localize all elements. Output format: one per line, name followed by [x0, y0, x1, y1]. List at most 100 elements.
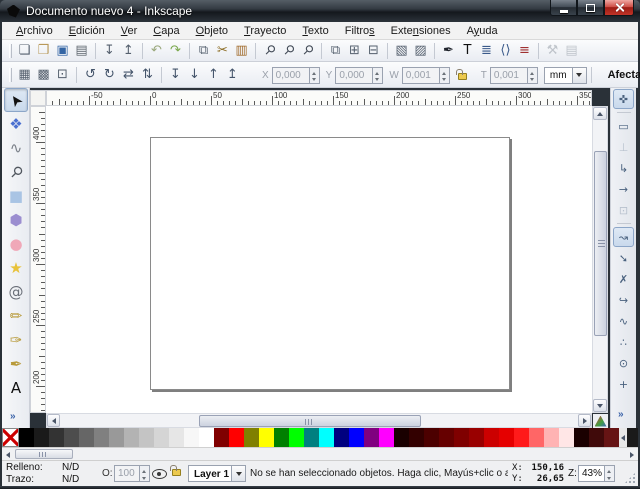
snap-nodes-button[interactable]: ↝ [613, 227, 634, 247]
pencil-tool-button[interactable]: ✏ [4, 304, 28, 328]
palette-swatch[interactable] [559, 428, 574, 447]
snapbar-overflow-button[interactable]: » [618, 409, 624, 420]
menu-item-texto[interactable]: Texto [294, 24, 336, 38]
palette-swatch[interactable] [229, 428, 244, 447]
save-document-button[interactable]: ▣ [53, 41, 72, 60]
import-document-button[interactable]: ↧ [100, 41, 119, 60]
palette-swatch[interactable] [499, 428, 514, 447]
rotate-ccw-button[interactable]: ↺ [81, 65, 100, 84]
zoom-to-page-button[interactable]: ⚲ [298, 41, 317, 60]
snap-smooth-nodes-button[interactable]: ∿ [613, 311, 634, 331]
select-all-layers-button[interactable]: ▩ [34, 65, 53, 84]
scroll-up-button[interactable] [593, 107, 607, 120]
y-spinner[interactable] [373, 67, 383, 84]
unit-dropdown-button[interactable] [573, 67, 587, 84]
vertical-scrollbar-thumb[interactable] [594, 151, 607, 336]
calligraphy-tool-button[interactable]: ✒ [4, 352, 28, 376]
palette-swatch[interactable] [604, 428, 619, 447]
maximize-button[interactable] [577, 0, 604, 16]
text-dialog-button[interactable]: T [458, 41, 477, 60]
palette-swatch[interactable] [259, 428, 274, 447]
palette-swatch[interactable] [364, 428, 379, 447]
export-document-button[interactable]: ↥ [119, 41, 138, 60]
snap-bbox-edges-button[interactable]: ⊥ [613, 137, 634, 157]
palette-swatch[interactable] [424, 428, 439, 447]
palette-collapse-button[interactable] [619, 428, 627, 447]
palette-scrollbar[interactable] [2, 447, 638, 460]
snap-object-centers-button[interactable]: ⊙ [613, 353, 634, 373]
x-input[interactable]: 0,000 [272, 67, 310, 84]
toolbox-overflow-button[interactable]: » [10, 411, 16, 422]
horizontal-scrollbar[interactable] [46, 413, 592, 428]
flip-vertical-button[interactable]: ⇅ [138, 65, 157, 84]
snap-enable-button[interactable]: ✜ [613, 89, 634, 109]
width-input[interactable]: 0,001 [402, 67, 440, 84]
menu-item-objeto[interactable]: Objeto [188, 24, 236, 38]
palette-swatch[interactable] [154, 428, 169, 447]
xml-editor-button[interactable]: ⟨⟩ [496, 41, 515, 60]
deselect-button[interactable]: ⊡ [53, 65, 72, 84]
scroll-right-button[interactable] [578, 414, 591, 427]
palette-swatch[interactable] [34, 428, 49, 447]
tweak-tool-button[interactable]: ∿ [4, 136, 28, 160]
snap-cusp-nodes-button[interactable]: ↪ [613, 290, 634, 310]
zoom-input[interactable]: 43% [578, 465, 605, 482]
print-document-button[interactable]: ▤ [72, 41, 91, 60]
height-spinner[interactable] [528, 67, 538, 84]
palette-swatch[interactable] [394, 428, 409, 447]
raise-one-step-button[interactable]: ↑ [204, 65, 223, 84]
palette-scrollbar-thumb[interactable] [15, 449, 73, 459]
toolbar-grip[interactable] [9, 44, 12, 58]
lower-to-bottom-button[interactable]: ↧ [166, 65, 185, 84]
snap-bbox-edge-midpoints-button[interactable]: → [613, 179, 634, 199]
palette-swatch[interactable] [514, 428, 529, 447]
menu-item-extensiones[interactable]: Extensiones [383, 24, 459, 38]
y-input[interactable]: 0,000 [335, 67, 373, 84]
text-tool-button[interactable]: A [4, 376, 28, 400]
layer-selector[interactable]: Layer 1 [188, 465, 246, 482]
horizontal-scrollbar-thumb[interactable] [199, 415, 421, 427]
palette-swatch[interactable] [484, 428, 499, 447]
palette-swatch[interactable] [289, 428, 304, 447]
lock-ratio-icon[interactable] [458, 73, 467, 80]
menu-item-trayecto[interactable]: Trayecto [236, 24, 294, 38]
zoom-tool-button[interactable]: ⚲ [4, 160, 28, 184]
toolbar-grip[interactable] [9, 68, 12, 82]
snap-paths-button[interactable]: ➘ [613, 248, 634, 268]
palette-swatch[interactable] [19, 428, 34, 447]
palette-swatch[interactable] [334, 428, 349, 447]
ungroup-button[interactable]: ▨ [411, 41, 430, 60]
unlink-clone-button[interactable]: ⊟ [364, 41, 383, 60]
menu-item-ver[interactable]: Ver [113, 24, 146, 38]
canvas[interactable] [46, 106, 592, 413]
snap-path-intersections-button[interactable]: ✗ [613, 269, 634, 289]
snap-bbox-button[interactable]: ▭ [613, 116, 634, 136]
menu-item-edición[interactable]: Edición [61, 24, 113, 38]
layer-dropdown-button[interactable] [232, 465, 246, 482]
ellipse-tool-button[interactable]: ● [4, 232, 28, 256]
scroll-down-button[interactable] [593, 399, 607, 412]
palette-swatch[interactable] [214, 428, 229, 447]
horizontal-ruler[interactable]: -50050100150200250300350 [46, 90, 592, 106]
height-input[interactable]: 0,001 [490, 67, 528, 84]
zoom-spinner[interactable] [605, 465, 615, 482]
layers-dialog-button[interactable]: ≣ [477, 41, 496, 60]
menu-item-ayuda[interactable]: Ayuda [459, 24, 506, 38]
palette-swatch[interactable] [349, 428, 364, 447]
new-document-button[interactable]: ❏ [15, 41, 34, 60]
duplicate-button[interactable]: ⧉ [326, 41, 345, 60]
opacity-spinner[interactable] [140, 465, 150, 482]
snap-bbox-corners-button[interactable]: ↳ [613, 158, 634, 178]
undo-button[interactable]: ↶ [147, 41, 166, 60]
palette-swatch[interactable] [589, 428, 604, 447]
rotate-cw-button[interactable]: ↻ [100, 65, 119, 84]
x-spinner[interactable] [310, 67, 320, 84]
palette-swatch[interactable] [199, 428, 214, 447]
snap-bbox-centers-button[interactable]: ⊡ [613, 200, 634, 220]
align-distribute-dialog-button[interactable]: ≡ [515, 41, 534, 60]
palette-swatch[interactable] [244, 428, 259, 447]
unit-selector[interactable]: mm [544, 67, 587, 84]
lower-one-step-button[interactable]: ↓ [185, 65, 204, 84]
palette-swatch[interactable] [139, 428, 154, 447]
snap-page-border-button[interactable]: + [613, 374, 634, 394]
